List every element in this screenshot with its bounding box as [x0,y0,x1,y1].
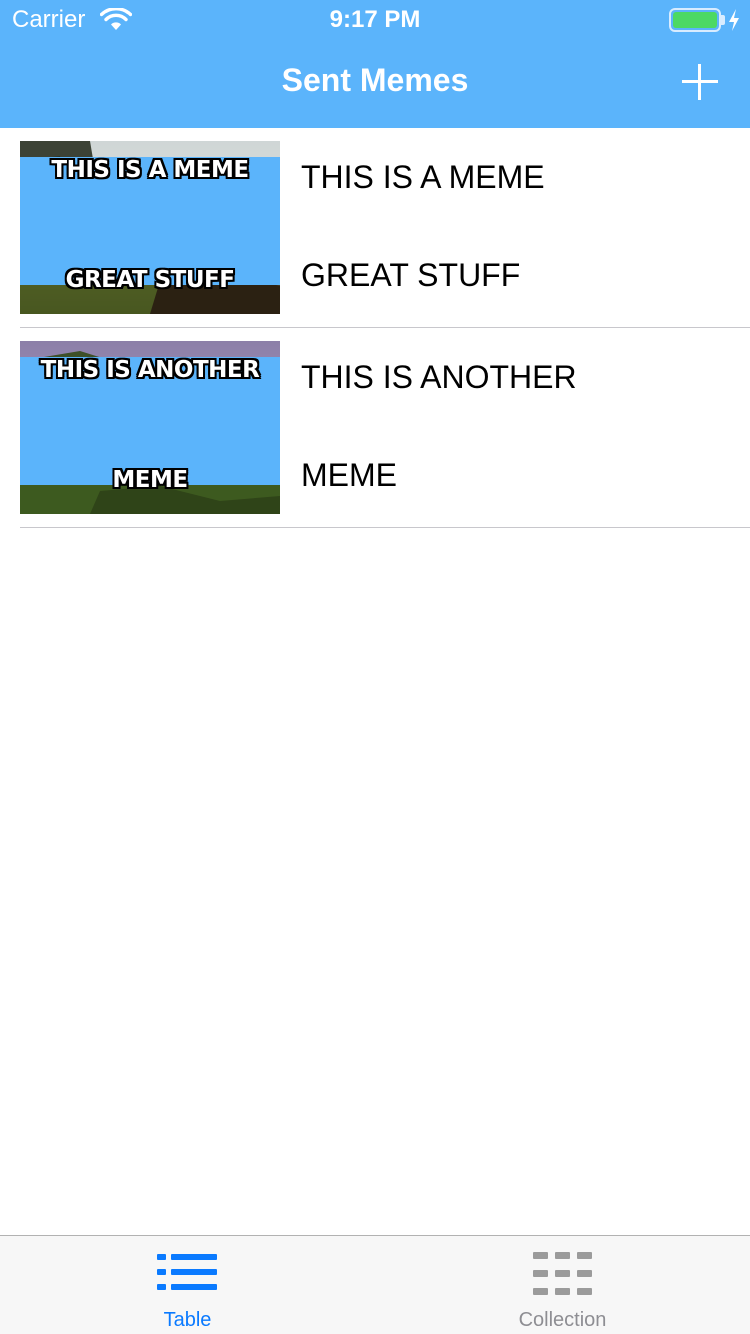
meme-top-caption: THIS IS ANOTHER [20,357,280,485]
meme-thumbnail: THIS IS A MEME GREAT STUFF [20,141,280,314]
meme-thumbnail: THIS IS ANOTHER MEME [20,341,280,514]
tab-table-label: Table [163,1309,212,1331]
row-top-text: THIS IS ANOTHER [301,359,577,395]
navigation-bar: Carrier 9:17 PM Sent Memes [0,0,750,128]
row-bottom-text: GREAT STUFF [301,257,521,293]
page-title: Sent Memes [281,62,469,98]
tab-table[interactable]: Table [0,1236,375,1334]
table-row[interactable]: THIS IS A MEME GREAT STUFF THIS IS A MEM… [0,128,750,328]
status-bar: Carrier 9:17 PM [0,0,750,40]
battery-tip [721,15,725,25]
row-bottom-text: MEME [301,457,397,493]
list-icon [157,1254,217,1290]
tab-collection[interactable]: Collection [375,1236,750,1334]
table-row[interactable]: THIS IS ANOTHER MEME THIS IS ANOTHER MEM… [0,328,750,528]
charging-bolt-icon [729,9,739,31]
add-meme-button[interactable] [680,62,720,102]
meme-top-caption: THIS IS A MEME [20,157,280,285]
status-time: 9:17 PM [329,6,421,33]
meme-bottom-caption: MEME [112,467,188,493]
tab-collection-label: Collection [518,1309,607,1331]
battery-level [673,12,717,28]
grid-icon [533,1252,592,1295]
row-top-text: THIS IS A MEME [301,159,545,195]
tab-bar: Table Collection [0,1235,750,1334]
meme-bottom-caption: GREAT STUFF [65,267,235,293]
battery-icon [669,8,721,32]
